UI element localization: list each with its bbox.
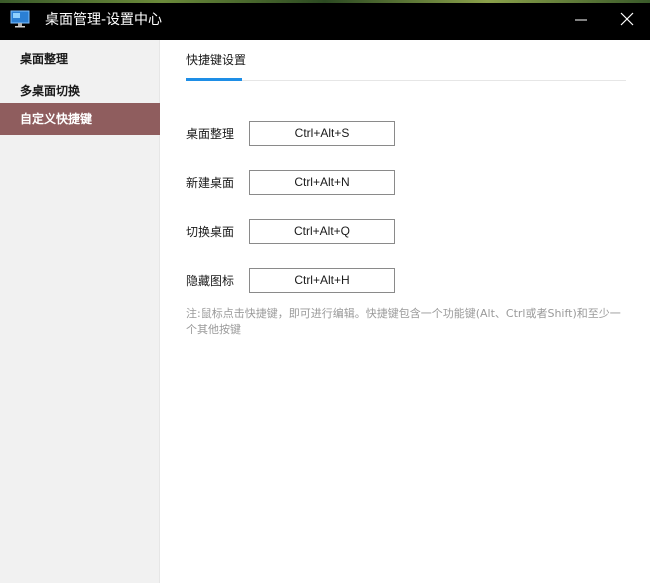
title-bar[interactable]: 桌面管理-设置中心 — [0, 0, 650, 40]
hotkey-help-note-line1: 注:鼠标点击快捷键，即可进行编辑。快捷键包含一个功能键(Alt、Ctrl或者Sh… — [186, 307, 621, 320]
hotkey-help-note-line2: 个其他按键 — [186, 323, 241, 336]
tab-hotkey-settings[interactable]: 快捷键设置 — [186, 52, 246, 68]
tab-divider — [186, 80, 626, 81]
shortcut-label-switch-desktop: 切换桌面 — [186, 225, 235, 239]
hotkey-input-switch-desktop[interactable]: Ctrl+Alt+Q — [249, 219, 395, 244]
sidebar-item-desktop-organize[interactable]: 桌面整理 — [0, 43, 160, 75]
shortcut-label-new-desktop: 新建桌面 — [186, 176, 235, 190]
desktop-wallpaper-strip — [0, 0, 650, 3]
minimize-button[interactable] — [558, 0, 604, 40]
hotkey-input-hide-icons[interactable]: Ctrl+Alt+H — [249, 268, 395, 293]
close-button[interactable] — [604, 0, 650, 40]
window-title: 桌面管理-设置中心 — [45, 12, 163, 28]
hotkey-input-new-desktop[interactable]: Ctrl+Alt+N — [249, 170, 395, 195]
tab-active-indicator — [186, 78, 242, 81]
sidebar-item-custom-hotkeys[interactable]: 自定义快捷键 — [0, 103, 160, 135]
sidebar: 桌面整理 多桌面切换 自定义快捷键 — [0, 40, 160, 583]
minimize-icon — [575, 11, 587, 30]
hotkey-help-note: 注:鼠标点击快捷键，即可进行编辑。快捷键包含一个功能键(Alt、Ctrl或者Sh… — [186, 306, 626, 338]
shortcut-label-hide-icons: 隐藏图标 — [186, 274, 235, 288]
monitor-icon — [10, 10, 30, 28]
shortcut-label-organize: 桌面整理 — [186, 127, 235, 141]
settings-window: 桌面管理-设置中心 桌面整理 多桌面切换 自定义快捷键 快捷键设置 桌面整理 C… — [0, 0, 650, 583]
hotkey-input-organize[interactable]: Ctrl+Alt+S — [249, 121, 395, 146]
close-icon — [620, 11, 634, 30]
